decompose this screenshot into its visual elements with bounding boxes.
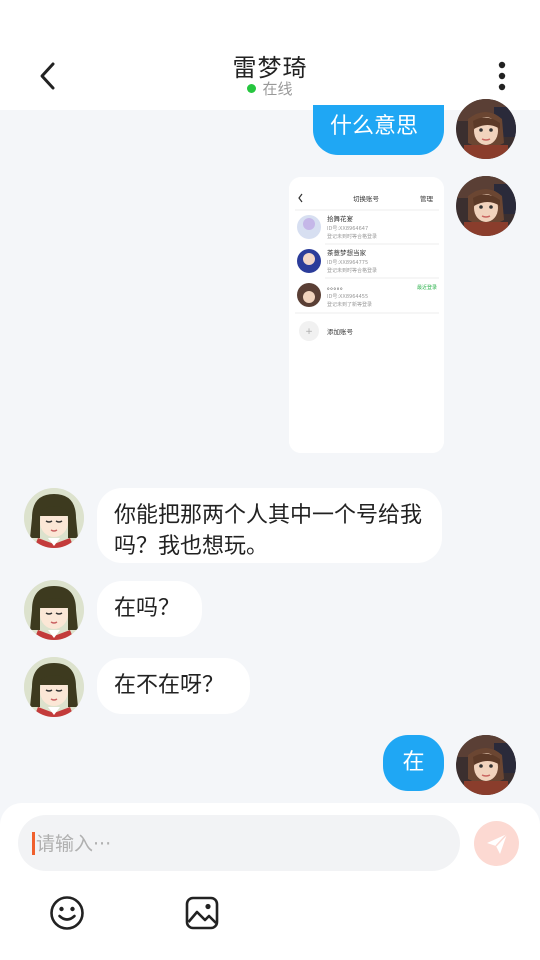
their-message-bubble[interactable]: 在吗？	[97, 581, 202, 637]
send-button[interactable]	[474, 821, 519, 866]
image-title: 切换账号	[353, 194, 380, 203]
add-account-label: 添加账号	[327, 327, 354, 336]
account-line2: 登记未到时等合格登录	[327, 267, 377, 274]
message-text: 什么意思	[330, 114, 419, 139]
screenshot-image: 切换账号 管理 拾舞花宴 ID号:XX8964647 登记未到时等合格登录 茶薏…	[289, 177, 444, 453]
message-text: 在不在呀？	[114, 673, 225, 698]
contact-avatar[interactable]	[24, 488, 84, 548]
my-message-bubble[interactable]: 什么意思	[313, 105, 444, 155]
send-icon	[486, 832, 508, 854]
image-button[interactable]	[182, 893, 222, 933]
chat-header: 雷梦琦 在线	[0, 0, 540, 110]
svg-text:+: +	[305, 327, 313, 337]
account-name: 茶薏梦想当家	[327, 248, 367, 257]
message-text: 你能把那两个人其中一个号给我吗？我也想玩。	[114, 503, 423, 559]
message-input-box[interactable]	[18, 815, 460, 873]
message-text: 在	[402, 750, 425, 775]
more-vertical-icon	[498, 61, 506, 91]
my-avatar[interactable]	[456, 176, 516, 236]
image-icon	[185, 896, 219, 930]
image-message[interactable]: 切换账号 管理 拾舞花宴 ID号:XX8964647 登记未到时等合格登录 茶薏…	[289, 177, 444, 453]
contact-avatar[interactable]	[24, 657, 84, 717]
their-message-bubble[interactable]: 在不在呀？	[97, 658, 250, 714]
online-dot-icon	[247, 84, 257, 93]
account-line1: ID号:XX8964647	[327, 226, 368, 232]
contact-avatar[interactable]	[24, 580, 84, 640]
account-line1: ID号:XX8964455	[327, 294, 368, 300]
account-name: 。。。。。	[327, 283, 347, 291]
my-message-bubble[interactable]: 在	[383, 735, 444, 791]
image-action: 管理	[420, 194, 434, 203]
online-status-label: 在线	[262, 80, 293, 98]
emoji-button[interactable]	[47, 893, 87, 933]
account-name: 拾舞花宴	[327, 214, 354, 223]
their-message-bubble[interactable]: 你能把那两个人其中一个号给我吗？我也想玩。	[97, 488, 442, 563]
composer	[0, 803, 540, 960]
my-avatar[interactable]	[456, 99, 516, 159]
account-line1: ID号:XX8964775	[327, 260, 368, 266]
my-avatar[interactable]	[456, 735, 516, 795]
message-text: 在吗？	[114, 596, 181, 621]
account-line2: 登记未到了新等登录	[327, 301, 372, 308]
emoji-icon	[50, 896, 84, 930]
account-tag: 最近登录	[417, 284, 437, 291]
message-input[interactable]	[34, 815, 448, 873]
online-status: 在线	[0, 78, 540, 99]
more-button[interactable]	[482, 56, 522, 96]
account-line2: 登记未到时等合格登录	[327, 233, 377, 240]
